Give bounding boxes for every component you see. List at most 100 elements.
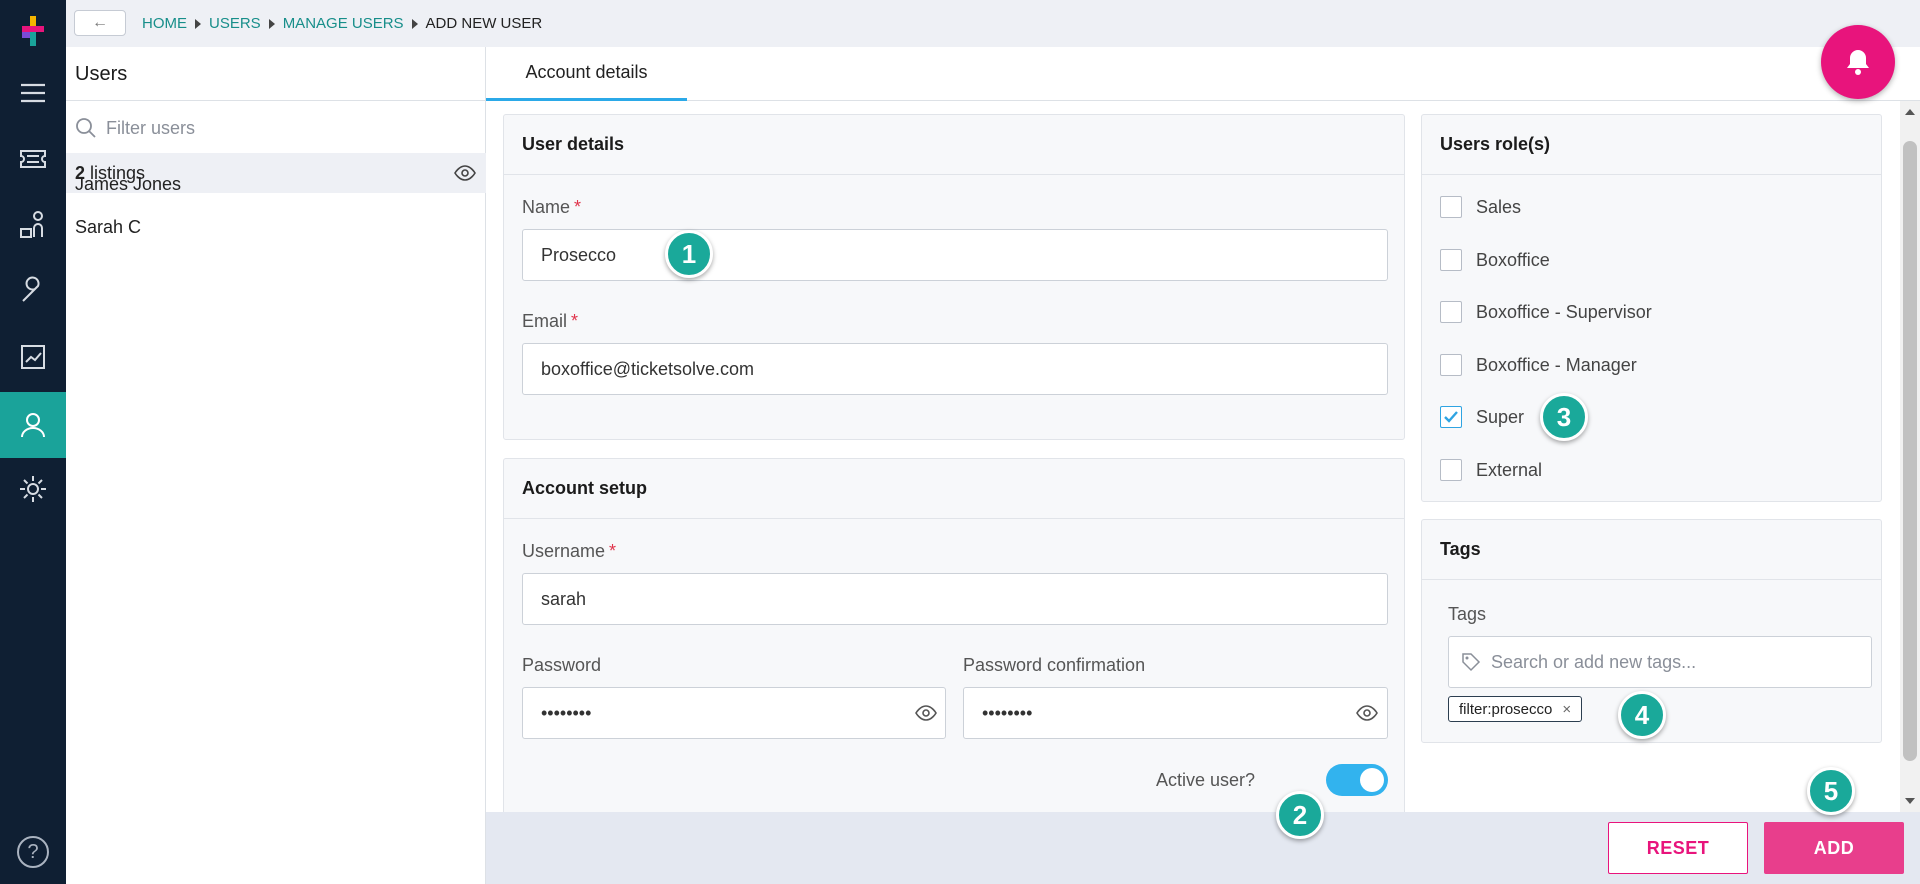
name-field[interactable] xyxy=(522,229,1388,281)
filter-users xyxy=(74,113,474,143)
tab-bar: Account details xyxy=(486,47,1920,101)
add-button[interactable]: ADD xyxy=(1764,822,1904,874)
divider xyxy=(66,100,486,101)
remove-tag-icon[interactable]: × xyxy=(1562,701,1571,718)
password-field[interactable] xyxy=(522,687,946,739)
email-field[interactable] xyxy=(522,343,1388,395)
role-label: Boxoffice - Manager xyxy=(1476,354,1637,375)
role-label: Super xyxy=(1476,406,1525,427)
users-list-panel: Users 2 listings James Jones Sarah C xyxy=(66,47,486,884)
name-label: Name * xyxy=(522,197,581,218)
username-label: Username * xyxy=(522,541,616,562)
user-details-card: User details Name* Email* xyxy=(503,114,1405,440)
checkmark-icon xyxy=(1444,411,1458,423)
role-label: Boxoffice - Supervisor xyxy=(1476,301,1652,322)
filter-users-input[interactable] xyxy=(106,117,446,139)
tab-account-details[interactable]: Account details xyxy=(486,47,687,101)
user-roles-card: Users role(s) Sales Boxoffice Boxoffice … xyxy=(1421,114,1882,502)
tag-chip: filter:prosecco × xyxy=(1448,696,1583,722)
role-option[interactable]: Boxoffice - Supervisor xyxy=(1440,301,1652,323)
bell-icon xyxy=(1847,50,1869,75)
username-label-text: Username xyxy=(522,541,606,561)
list-item[interactable]: James Jones xyxy=(75,174,181,195)
top-bar: ← HOME USERS MANAGE USERS ADD NEW USER xyxy=(66,0,1920,47)
email-label: Email * xyxy=(522,311,578,332)
eye-icon[interactable] xyxy=(454,164,476,182)
scroll-up-icon[interactable] xyxy=(1905,109,1915,115)
password-confirmation-field[interactable] xyxy=(963,687,1388,739)
step-marker: 4 xyxy=(1618,691,1666,739)
checkbox-checked[interactable] xyxy=(1440,406,1462,428)
role-option[interactable]: Boxoffice - Manager xyxy=(1440,354,1637,376)
app-logo-icon[interactable] xyxy=(20,14,46,48)
scroll-down-icon[interactable] xyxy=(1905,798,1915,804)
breadcrumb-separator-icon xyxy=(195,18,201,29)
breadcrumb-separator-icon xyxy=(268,18,275,29)
reports-icon[interactable] xyxy=(0,326,66,388)
password-confirmation-label: Password confirmation xyxy=(963,655,1146,675)
main-area: Account details User details Name* Email… xyxy=(486,47,1920,818)
email-label-text: Email xyxy=(522,311,568,331)
breadcrumb-home[interactable]: HOME xyxy=(142,15,187,32)
scroll-thumb[interactable] xyxy=(1903,141,1917,761)
customer-service-icon[interactable] xyxy=(0,194,66,256)
show-password-eye-icon[interactable] xyxy=(915,704,937,722)
required-mark: * xyxy=(574,197,582,217)
reset-button[interactable]: RESET xyxy=(1608,822,1748,874)
menu-icon[interactable] xyxy=(0,62,66,124)
tag-chip-label: filter:prosecco xyxy=(1459,700,1553,718)
role-option[interactable]: Boxoffice xyxy=(1440,249,1550,271)
scrollbar[interactable] xyxy=(1900,101,1920,812)
tag-icon xyxy=(1462,653,1481,672)
step-marker: 3 xyxy=(1540,393,1588,441)
breadcrumb-users[interactable]: USERS xyxy=(209,15,261,32)
required-mark: * xyxy=(571,311,579,331)
step-marker: 2 xyxy=(1276,791,1324,839)
card-title: Account setup xyxy=(504,459,1404,519)
checkbox[interactable] xyxy=(1440,301,1462,323)
back-button[interactable]: ← xyxy=(74,10,126,36)
card-title: Users role(s) xyxy=(1422,115,1881,175)
form-footer: RESET ADD xyxy=(486,812,1920,884)
active-user-label: Active user? xyxy=(1156,770,1256,790)
search-icon xyxy=(76,118,96,138)
ticket-icon[interactable] xyxy=(0,128,66,190)
required-mark: * xyxy=(609,541,617,561)
role-label: Sales xyxy=(1476,196,1522,217)
role-label: Boxoffice xyxy=(1476,249,1550,270)
active-user-toggle[interactable] xyxy=(1326,764,1388,796)
tags-label: Tags xyxy=(1448,604,1487,624)
list-item[interactable]: Sarah C xyxy=(75,217,141,238)
password-label: Password xyxy=(522,655,602,675)
role-label: External xyxy=(1476,459,1543,480)
arrow-left-icon: ← xyxy=(92,14,108,31)
account-setup-card: Account setup Username* Password Passwor… xyxy=(503,458,1405,818)
username-field[interactable] xyxy=(522,573,1388,625)
breadcrumb-separator-icon xyxy=(411,18,418,29)
breadcrumb-manage-users[interactable]: MANAGE USERS xyxy=(283,15,404,32)
checkbox[interactable] xyxy=(1440,459,1462,481)
toggle-knob xyxy=(1360,768,1384,792)
card-title: Tags xyxy=(1422,520,1881,580)
users-icon[interactable] xyxy=(0,392,66,458)
checkbox[interactable] xyxy=(1440,196,1462,218)
card-title: User details xyxy=(504,115,1404,175)
step-marker: 5 xyxy=(1807,767,1855,815)
nav-rail: ? xyxy=(0,0,66,884)
show-password-confirmation-eye-icon[interactable] xyxy=(1356,704,1378,722)
tags-search-input[interactable] xyxy=(1491,651,1861,673)
notifications-button[interactable] xyxy=(1821,25,1895,99)
settings-gear-icon[interactable] xyxy=(0,458,66,520)
help-icon[interactable]: ? xyxy=(17,836,49,868)
step-marker: 1 xyxy=(665,230,713,278)
checkbox[interactable] xyxy=(1440,249,1462,271)
role-option[interactable]: Sales xyxy=(1440,196,1521,218)
list-title: Users xyxy=(75,63,128,85)
name-label-text: Name xyxy=(522,197,571,217)
role-option[interactable]: External xyxy=(1440,459,1542,481)
form-content: User details Name* Email* Account setup … xyxy=(486,101,1920,818)
wrench-icon[interactable] xyxy=(0,260,66,322)
tags-input-box xyxy=(1448,636,1872,688)
checkbox[interactable] xyxy=(1440,354,1462,376)
role-option[interactable]: Super xyxy=(1440,406,1524,428)
